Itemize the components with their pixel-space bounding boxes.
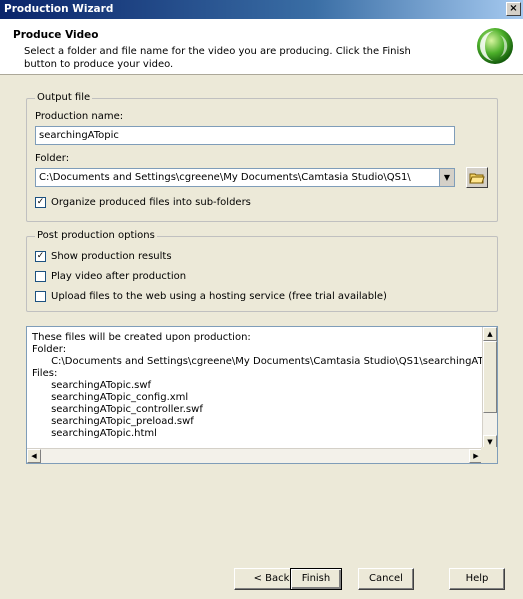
output-file-group: Output file Production name: searchingAT…: [26, 92, 498, 222]
upload-files-label: Upload files to the web using a hosting …: [51, 291, 387, 302]
scroll-up-icon[interactable]: ▲: [483, 327, 497, 341]
summary-line: searchingATopic.html: [32, 428, 157, 439]
summary-line: C:\Documents and Settings\cgreene\My Doc…: [32, 356, 498, 367]
folder-label: Folder:: [35, 153, 70, 164]
folder-combobox[interactable]: C:\Documents and Settings\cgreene\My Doc…: [35, 168, 455, 187]
close-button[interactable]: ×: [506, 2, 521, 16]
post-production-group: Post production options ✓ Show productio…: [26, 230, 498, 312]
production-wizard-window: Production Wizard × Produce Video Select…: [0, 0, 523, 599]
wizard-header: Produce Video Select a folder and file n…: [0, 19, 523, 75]
upload-files-checkbox[interactable]: [35, 291, 46, 302]
play-video-option[interactable]: Play video after production: [35, 271, 186, 282]
production-name-label: Production name:: [35, 111, 124, 122]
vertical-scroll-thumb[interactable]: [483, 341, 497, 413]
scroll-left-icon[interactable]: ◀: [27, 449, 41, 463]
summary-line: Files:: [32, 368, 58, 379]
organize-subfolders-checkbox[interactable]: ✓: [35, 197, 46, 208]
finish-button[interactable]: Finish: [290, 568, 342, 590]
summary-line: searchingATopic_preload.swf: [32, 416, 194, 427]
help-button[interactable]: Help: [449, 568, 505, 590]
upload-files-option[interactable]: Upload files to the web using a hosting …: [35, 291, 387, 302]
play-video-checkbox[interactable]: [35, 271, 46, 282]
show-results-option[interactable]: ✓ Show production results: [35, 251, 172, 262]
play-video-label: Play video after production: [51, 271, 187, 282]
production-name-input[interactable]: searchingATopic: [35, 126, 455, 145]
show-results-checkbox[interactable]: ✓: [35, 251, 46, 262]
window-title: Production Wizard: [4, 3, 114, 15]
camtasia-logo-icon: [477, 28, 513, 64]
summary-line: These files will be created upon product…: [32, 332, 251, 343]
folder-value: C:\Documents and Settings\cgreene\My Doc…: [39, 172, 411, 183]
title-bar[interactable]: Production Wizard ×: [0, 0, 523, 19]
open-folder-icon: [469, 173, 485, 184]
summary-line: searchingATopic_config.xml: [32, 392, 189, 403]
output-file-legend: Output file: [35, 92, 93, 103]
page-description: Select a folder and file name for the vi…: [24, 46, 411, 70]
scrollbar-corner: [481, 447, 497, 463]
organize-subfolders-option[interactable]: ✓ Organize produced files into sub-folde…: [35, 197, 251, 208]
organize-subfolders-label: Organize produced files into sub-folders: [51, 197, 251, 208]
page-title: Produce Video: [13, 29, 99, 41]
show-results-label: Show production results: [51, 251, 172, 262]
cancel-button[interactable]: Cancel: [358, 568, 414, 590]
post-production-legend: Post production options: [35, 230, 157, 241]
vertical-scrollbar[interactable]: ▲ ▼: [482, 327, 497, 449]
browse-folder-button[interactable]: [466, 167, 488, 188]
summary-line: searchingATopic.swf: [32, 380, 152, 391]
summary-line: searchingATopic_controller.swf: [32, 404, 203, 415]
production-summary-box[interactable]: These files will be created upon product…: [26, 326, 498, 464]
summary-line: Folder:: [32, 344, 67, 355]
horizontal-scrollbar[interactable]: ◀ ▶: [27, 448, 483, 463]
chevron-down-icon[interactable]: ▼: [439, 169, 454, 186]
